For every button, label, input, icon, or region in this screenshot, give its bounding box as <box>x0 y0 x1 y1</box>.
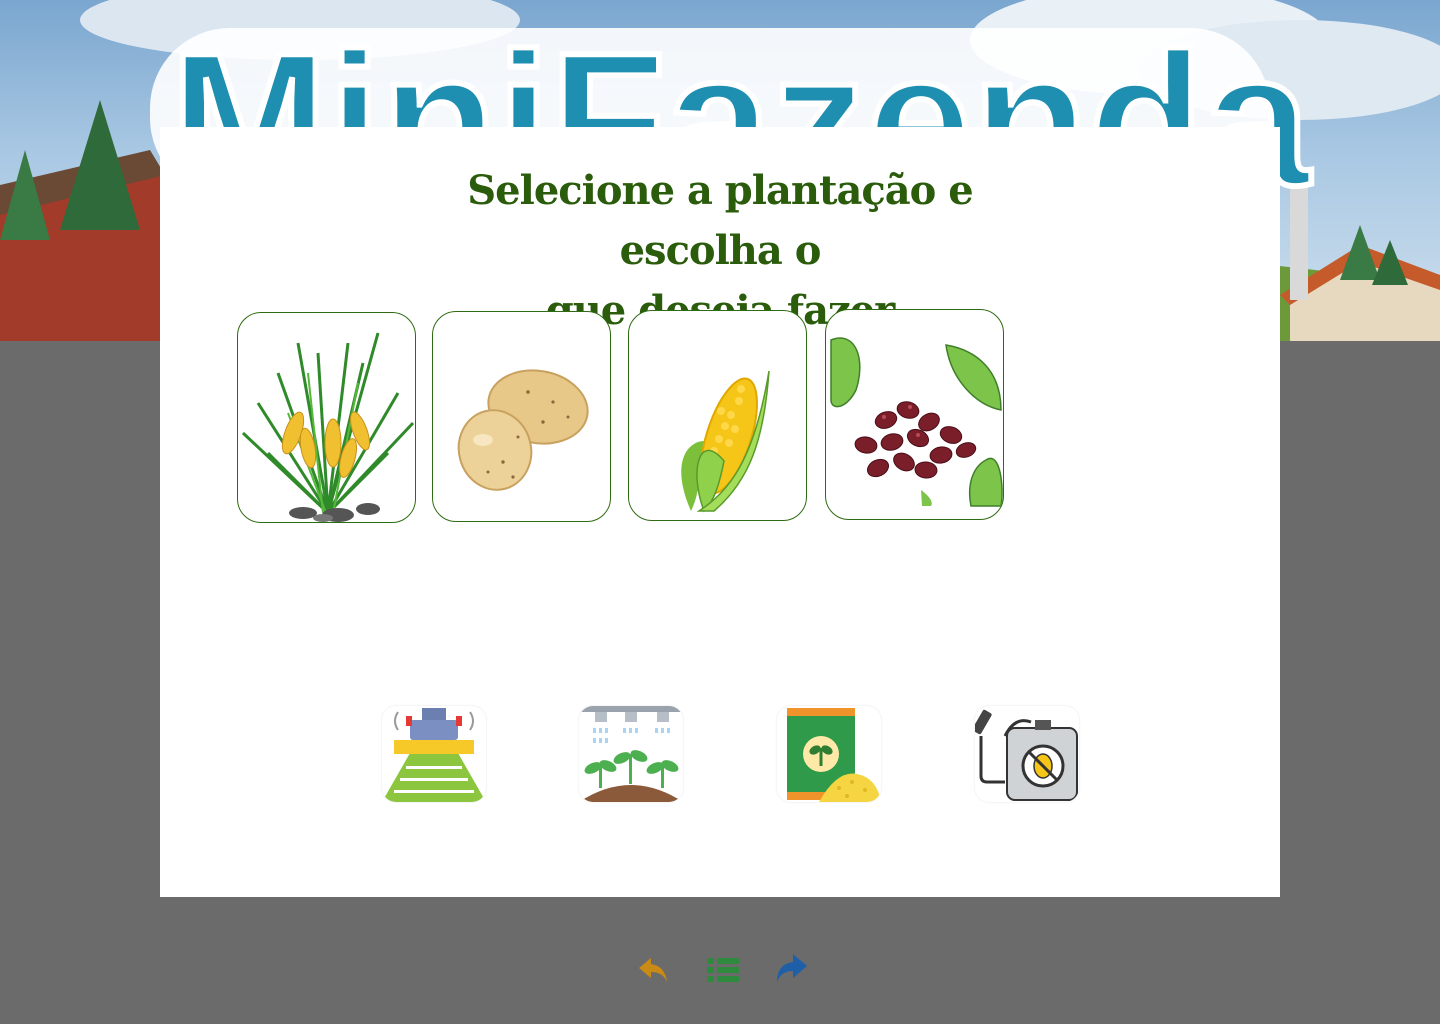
planter-machine-icon <box>382 708 486 802</box>
crop-card-rice[interactable] <box>237 312 416 523</box>
pesticide-sprayer-icon <box>975 709 1078 801</box>
action-plant-button[interactable] <box>382 706 486 802</box>
action-pesticide-button[interactable] <box>975 706 1079 802</box>
forward-arrow-icon <box>777 954 807 982</box>
fertilizer-bag-icon <box>787 708 881 802</box>
bean-icon <box>830 337 1003 507</box>
action-irrigate-button[interactable] <box>579 706 683 802</box>
irrigation-icon <box>579 706 683 802</box>
rice-plant-icon <box>241 332 415 522</box>
dialog-title-line1: Selecione a plantação e escolha o <box>467 167 973 274</box>
menu-button[interactable] <box>703 950 743 990</box>
back-button[interactable] <box>635 950 675 990</box>
back-arrow-icon <box>639 958 667 982</box>
crop-selection-dialog: Selecione a plantação e escolha o que de… <box>160 127 1280 897</box>
crop-card-potato[interactable] <box>432 311 611 522</box>
list-menu-icon <box>707 958 739 982</box>
corn-icon <box>681 370 770 513</box>
action-fertilize-button[interactable] <box>777 706 881 802</box>
crop-card-bean[interactable] <box>825 309 1004 520</box>
potato-icon <box>457 369 589 491</box>
crop-card-corn[interactable] <box>628 310 807 521</box>
forward-button[interactable] <box>771 950 811 990</box>
